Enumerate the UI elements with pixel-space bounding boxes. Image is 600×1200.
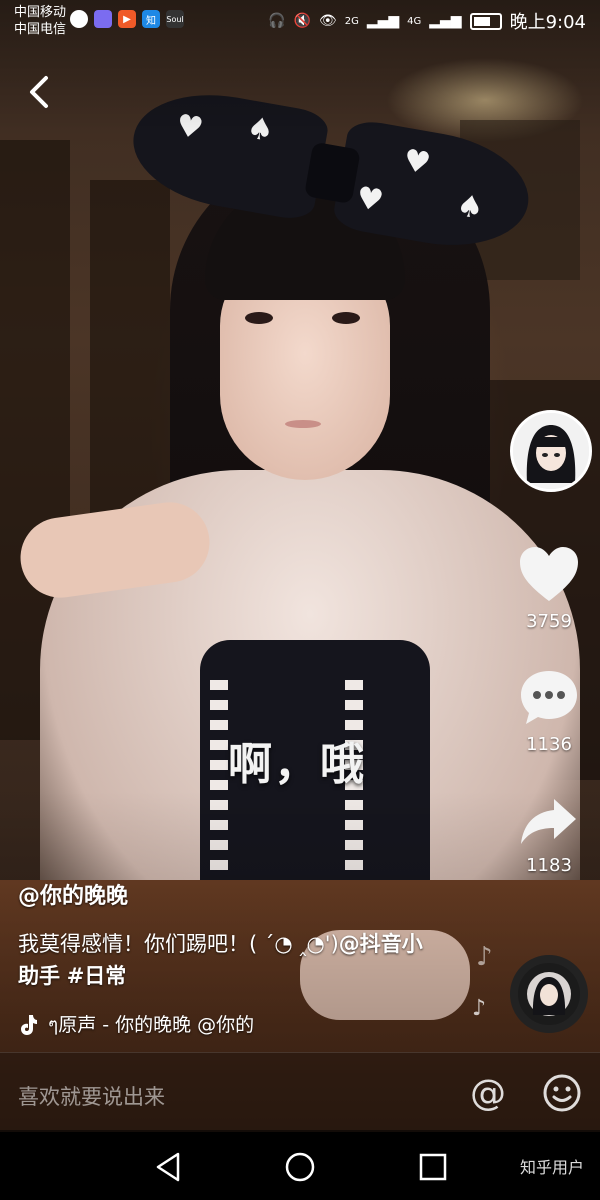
- carrier-labels: 中国移动 中国电信: [14, 4, 66, 38]
- author-name[interactable]: @你的晚晚: [18, 878, 128, 910]
- share-button[interactable]: 1183: [509, 795, 589, 876]
- description-text: 我莫得感情！你们踢吧！( ´◔ ‸◔'): [18, 932, 339, 956]
- comment-input[interactable]: 喜欢就要说出来: [18, 1081, 165, 1111]
- nav-back-icon[interactable]: [152, 1150, 186, 1184]
- music-notes-icon: ♪ ♪: [472, 942, 493, 1021]
- music-info[interactable]: ๆ原声 - 你的晚晚 @你的: [18, 1010, 254, 1040]
- svg-text:♪: ♪: [476, 942, 493, 972]
- notification-icons: ▶ 知 Soul: [70, 10, 184, 28]
- music-disc[interactable]: [510, 955, 588, 1033]
- hashtag-link[interactable]: #日常: [67, 964, 127, 988]
- tiktok-note-icon: [21, 1015, 37, 1035]
- video-icon: [70, 10, 88, 28]
- status-time: 晚上9:04: [509, 12, 586, 33]
- share-count: 1183: [526, 855, 572, 876]
- system-nav-bar: 知乎用户: [0, 1132, 600, 1200]
- video-subtitle: 啊，哦: [228, 739, 366, 790]
- nav-home-icon[interactable]: [283, 1150, 317, 1184]
- watermark: 知乎用户: [519, 1158, 584, 1177]
- comment-count: 1136: [526, 734, 572, 755]
- status-right: 🎧 🔇 👁 2G ▂▄▆ 4G ▂▄▆ 晚上9:04: [268, 8, 586, 34]
- carrier-1: 中国移动: [14, 5, 67, 20]
- play-icon: ▶: [118, 10, 136, 28]
- comment-bar: 喜欢就要说出来 @: [0, 1052, 600, 1133]
- mention-button[interactable]: @: [470, 1073, 506, 1114]
- heart-icon: [520, 547, 578, 601]
- app-icon: [94, 10, 112, 28]
- headphones-icon: 🎧: [268, 13, 286, 29]
- signal-icon: ▂▄▆: [366, 13, 400, 29]
- network-4g: 4G: [407, 15, 422, 27]
- zhihu-icon: 知: [142, 10, 160, 28]
- comment-button[interactable]: 1136: [509, 668, 589, 755]
- signal-icon-2: ▂▄▆: [429, 13, 462, 29]
- author-avatar[interactable]: [510, 410, 592, 492]
- eye-icon: 👁: [318, 13, 337, 29]
- svg-text:♪: ♪: [472, 996, 486, 1021]
- disc-cover-icon: [527, 972, 571, 1016]
- comment-icon: [521, 671, 577, 724]
- back-icon[interactable]: [24, 72, 54, 112]
- carrier-2: 中国电信: [14, 22, 67, 37]
- music-title: ๆ原声 - 你的晚晚 @你的: [48, 1014, 255, 1036]
- status-bar: 中国移动 中国电信 ▶ 知 Soul 🎧 🔇 👁 2G ▂▄▆ 4G ▂▄▆ 晚…: [0, 0, 600, 40]
- network-2g: 2G: [344, 15, 359, 27]
- battery-icon: [469, 12, 502, 30]
- emoji-icon[interactable]: [542, 1073, 582, 1113]
- like-button[interactable]: 3759: [509, 545, 589, 632]
- soul-icon: Soul: [166, 10, 184, 28]
- share-icon: [521, 799, 576, 844]
- post-description: 我莫得感情！你们踢吧！( ´◔ ‸◔')@抖音小助手 #日常: [18, 928, 438, 992]
- mute-icon: 🔇: [293, 13, 311, 29]
- like-count: 3759: [526, 611, 572, 632]
- nav-recents-icon[interactable]: [416, 1150, 450, 1184]
